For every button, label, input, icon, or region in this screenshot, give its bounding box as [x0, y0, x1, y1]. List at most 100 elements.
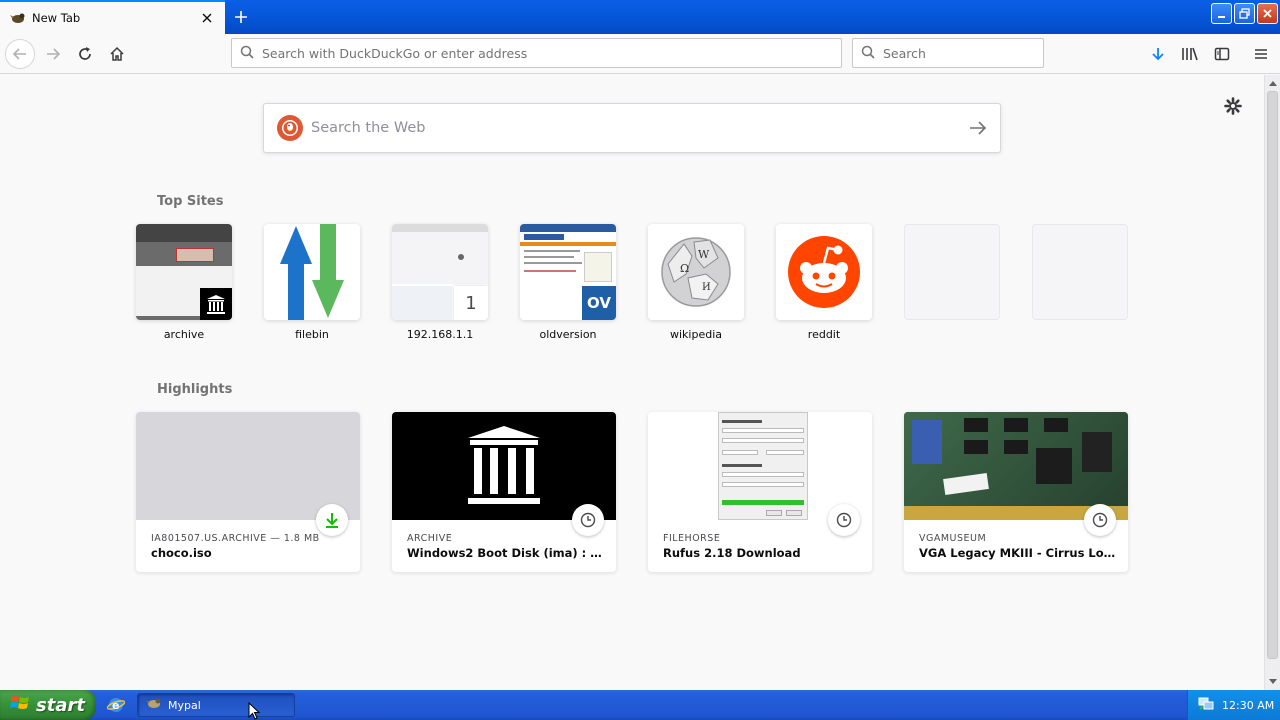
new-tab-plus-icon[interactable] [227, 3, 255, 31]
card-host: IA801507.US.ARCHIVE — 1.8 MB [151, 533, 320, 544]
hamburger-menu-icon[interactable] [1247, 40, 1275, 68]
site-thumbnail [264, 224, 360, 320]
search-go-arrow-icon[interactable] [956, 106, 1000, 150]
site-label: wikipedia [669, 328, 722, 341]
top-sites-grid: archive filebin 1 192.168.1.1 OV oldvers… [136, 224, 1128, 341]
tab-close-icon[interactable] [195, 6, 219, 30]
duckduckgo-logo-icon [277, 115, 303, 141]
site-badge: OV [582, 286, 616, 320]
vertical-scrollbar[interactable] [1264, 75, 1280, 690]
search-icon [861, 44, 875, 63]
scroll-thumb[interactable] [1267, 91, 1278, 659]
archive-logo-icon [468, 426, 540, 504]
web-search-input[interactable] [311, 120, 956, 136]
scroll-down-arrow-icon[interactable] [1265, 675, 1280, 689]
archive-logo-icon [200, 288, 232, 320]
reload-icon[interactable] [70, 39, 100, 69]
clock: 12:30 AM [1222, 698, 1275, 712]
highlights-heading: Highlights [157, 382, 233, 397]
site-thumbnail: Ω W И [648, 224, 744, 320]
card-title: Rufus 2.18 Download [663, 546, 801, 560]
search-bar[interactable] [852, 38, 1044, 68]
wikipedia-globe-icon: Ω W И [661, 237, 731, 307]
top-site-wikipedia[interactable]: Ω W И wikipedia [648, 224, 744, 341]
top-site-empty [1032, 224, 1128, 341]
card-host: VGAMUSEUM [919, 533, 987, 544]
top-site-oldversion[interactable]: OV oldversion [520, 224, 616, 341]
mouse-cursor-icon [248, 702, 260, 720]
mypal-favicon-icon [10, 10, 26, 26]
svg-text:Ω: Ω [680, 262, 689, 275]
web-search-box[interactable] [263, 103, 1001, 153]
reddit-alien-icon [788, 236, 860, 308]
windows-logo-icon [10, 694, 30, 716]
address-bar[interactable] [231, 38, 842, 68]
minimize-icon[interactable] [1211, 3, 1232, 24]
clock-icon [1084, 504, 1116, 536]
back-arrow-icon[interactable] [5, 39, 35, 69]
download-icon [316, 504, 348, 536]
site-thumbnail: OV [520, 224, 616, 320]
card-host: FILEHORSE [663, 533, 721, 544]
scroll-up-arrow-icon[interactable] [1265, 76, 1280, 90]
top-site-filebin[interactable]: filebin [264, 224, 360, 341]
tab-new-tab[interactable]: New Tab [0, 0, 225, 34]
taskbar: start e Mypal 12:30 AM [0, 690, 1280, 720]
search-icon [240, 44, 254, 63]
system-tray: 12:30 AM [1187, 690, 1280, 720]
svg-text:W: W [698, 248, 710, 261]
gear-icon[interactable] [1221, 94, 1245, 118]
site-thumbnail: 1 [392, 224, 488, 320]
highlight-card[interactable]: VGAMUSEUM VGA Legacy MKIII - Cirrus Logi… [904, 412, 1128, 572]
site-label: filebin [295, 328, 329, 341]
top-site-router[interactable]: 1 192.168.1.1 [392, 224, 488, 341]
svg-text:И: И [702, 282, 711, 293]
address-input[interactable] [262, 45, 803, 61]
library-icon[interactable] [1176, 40, 1204, 68]
site-thumbnail [776, 224, 872, 320]
top-sites-heading: Top Sites [157, 194, 224, 209]
svg-text:e: e [112, 699, 119, 712]
empty-site-slot [1032, 224, 1128, 320]
navigation-toolbar [0, 34, 1280, 74]
new-tab-page: Top Sites archive filebin [0, 75, 1264, 690]
network-icon[interactable] [1198, 695, 1214, 715]
site-thumbnail [136, 224, 232, 320]
card-title: VGA Legacy MKIII - Cirrus Logic ... [919, 546, 1119, 560]
highlight-card[interactable]: ARCHIVE Windows2 Boot Disk (ima) : Mic..… [392, 412, 616, 572]
window-controls [1211, 3, 1278, 24]
filebin-arrows-icon [280, 224, 344, 320]
site-label: oldversion [539, 328, 597, 341]
clock-icon [828, 504, 860, 536]
downloads-arrow-icon[interactable] [1144, 40, 1172, 68]
tab-title: New Tab [32, 11, 81, 25]
search-input[interactable] [883, 45, 1043, 61]
clock-icon [572, 504, 604, 536]
internet-explorer-icon[interactable]: e [106, 695, 126, 715]
card-host: ARCHIVE [407, 533, 453, 544]
card-title: Windows2 Boot Disk (ima) : Mic... [407, 546, 607, 560]
top-site-empty [904, 224, 1000, 341]
card-title: choco.iso [151, 546, 212, 560]
close-window-icon[interactable] [1257, 3, 1278, 24]
mypal-app-icon [146, 695, 162, 715]
highlights-grid: IA801507.US.ARCHIVE — 1.8 MB choco.iso A… [136, 412, 1128, 572]
start-label: start [36, 694, 85, 716]
empty-site-slot [904, 224, 1000, 320]
top-site-reddit[interactable]: reddit [776, 224, 872, 341]
highlight-card[interactable]: IA801507.US.ARCHIVE — 1.8 MB choco.iso [136, 412, 360, 572]
highlight-card[interactable]: FILEHORSE Rufus 2.18 Download [648, 412, 872, 572]
start-button[interactable]: start [0, 690, 96, 720]
sidebar-icon[interactable] [1208, 40, 1236, 68]
site-badge: 1 [454, 286, 488, 320]
forward-arrow-icon[interactable] [38, 39, 68, 69]
title-bar: New Tab [0, 0, 1280, 34]
site-label: 192.168.1.1 [406, 328, 474, 341]
restore-icon[interactable] [1234, 3, 1255, 24]
site-label: archive [163, 328, 205, 341]
site-label: reddit [807, 328, 841, 341]
taskbar-item-mypal[interactable]: Mypal [137, 693, 295, 717]
taskbar-item-label: Mypal [168, 698, 201, 712]
home-icon[interactable] [102, 39, 132, 69]
top-site-archive[interactable]: archive [136, 224, 232, 341]
